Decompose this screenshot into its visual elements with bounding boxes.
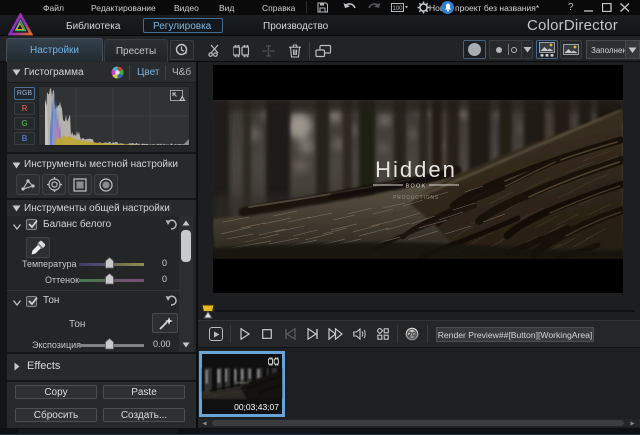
svg-text:100: 100 bbox=[393, 6, 404, 12]
svg-text:Hidden: Hidden bbox=[375, 157, 457, 182]
svg-text:PRODUCTIONS: PRODUCTIONS bbox=[393, 195, 439, 201]
svg-text:BOOK: BOOK bbox=[406, 184, 427, 190]
svg-text:20: 20 bbox=[408, 332, 416, 339]
svg-text:Hidden: Hidden bbox=[235, 381, 249, 385]
